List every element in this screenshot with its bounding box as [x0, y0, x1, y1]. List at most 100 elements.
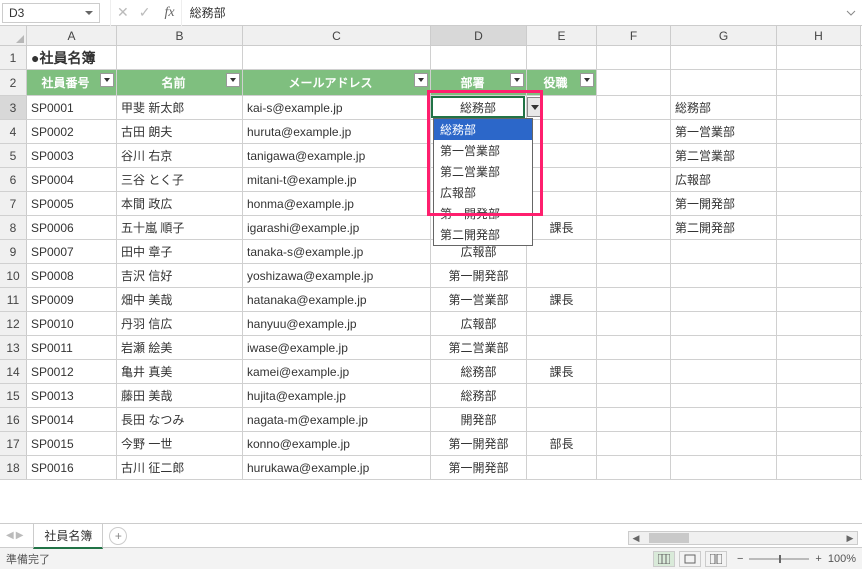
cell-g[interactable]: [671, 288, 777, 311]
cell-role[interactable]: [527, 168, 597, 191]
cell-dept[interactable]: 第二営業部: [431, 336, 527, 359]
cell-id[interactable]: SP0009: [27, 288, 117, 311]
cell-h[interactable]: [777, 144, 861, 167]
filter-icon[interactable]: [226, 73, 240, 87]
cell-name[interactable]: 亀井 真美: [117, 360, 243, 383]
row-header-2[interactable]: 2: [0, 70, 27, 95]
title-cell[interactable]: ●社員名簿: [27, 46, 117, 69]
row-header-14[interactable]: 14: [0, 360, 27, 383]
cell-g[interactable]: 第一開発部: [671, 192, 777, 215]
row-header-16[interactable]: 16: [0, 408, 27, 431]
th-dept[interactable]: 部署: [431, 70, 527, 95]
cell-dept[interactable]: 第一開発部: [431, 264, 527, 287]
cell-email[interactable]: mitani-t@example.jp: [243, 168, 431, 191]
add-sheet-button[interactable]: +: [109, 527, 127, 545]
cell-name[interactable]: 吉沢 信好: [117, 264, 243, 287]
cell-h[interactable]: [777, 360, 861, 383]
dropdown-list[interactable]: 総務部第一営業部第二営業部広報部第一開発部第二開発部: [433, 118, 533, 246]
cell-g[interactable]: [671, 240, 777, 263]
cell-dept[interactable]: 開発部: [431, 408, 527, 431]
cell-f[interactable]: [597, 408, 671, 431]
th-role[interactable]: 役職: [527, 70, 597, 95]
cell-email[interactable]: yoshizawa@example.jp: [243, 264, 431, 287]
col-header-f[interactable]: F: [597, 26, 671, 45]
cell-f[interactable]: [597, 216, 671, 239]
filter-icon[interactable]: [100, 73, 114, 87]
row-header-11[interactable]: 11: [0, 288, 27, 311]
col-header-c[interactable]: C: [243, 26, 431, 45]
cell-id[interactable]: SP0008: [27, 264, 117, 287]
col-header-g[interactable]: G: [671, 26, 777, 45]
cell-dept[interactable]: 広報部: [431, 312, 527, 335]
tab-prev-icon[interactable]: ◀: [6, 530, 14, 541]
row-header-5[interactable]: 5: [0, 144, 27, 167]
scrollbar-thumb[interactable]: [649, 533, 689, 543]
sheet-tab-active[interactable]: 社員名簿: [33, 523, 103, 549]
cell-dept[interactable]: 総務部: [431, 360, 527, 383]
cell-id[interactable]: SP0006: [27, 216, 117, 239]
cell-name[interactable]: 岩瀬 絵美: [117, 336, 243, 359]
row-header-18[interactable]: 18: [0, 456, 27, 479]
scroll-right-icon[interactable]: ▶: [843, 533, 857, 544]
cell-role[interactable]: [527, 120, 597, 143]
cell-name[interactable]: 畑中 美哉: [117, 288, 243, 311]
formula-expand-icon[interactable]: [840, 8, 862, 18]
cell-email[interactable]: hatanaka@example.jp: [243, 288, 431, 311]
row-header-7[interactable]: 7: [0, 192, 27, 215]
col-header-e[interactable]: E: [527, 26, 597, 45]
page-break-icon[interactable]: [705, 551, 727, 567]
cell-email[interactable]: igarashi@example.jp: [243, 216, 431, 239]
cell-email[interactable]: huruta@example.jp: [243, 120, 431, 143]
cell-id[interactable]: SP0007: [27, 240, 117, 263]
tab-next-icon[interactable]: ▶: [16, 530, 24, 541]
row-header-6[interactable]: 6: [0, 168, 27, 191]
cell-g[interactable]: [671, 456, 777, 479]
th-name[interactable]: 名前: [117, 70, 243, 95]
filter-icon[interactable]: [414, 73, 428, 87]
cell-g[interactable]: 第一営業部: [671, 120, 777, 143]
cell-id[interactable]: SP0012: [27, 360, 117, 383]
cell-f[interactable]: [597, 288, 671, 311]
select-all-corner[interactable]: [0, 26, 27, 45]
cell-h[interactable]: [777, 96, 861, 119]
cell-role[interactable]: [527, 192, 597, 215]
cell-g[interactable]: [671, 384, 777, 407]
cell-f[interactable]: [597, 360, 671, 383]
cell-id[interactable]: SP0001: [27, 96, 117, 119]
cell-g[interactable]: [671, 408, 777, 431]
cell-id[interactable]: SP0003: [27, 144, 117, 167]
cell-email[interactable]: tanigawa@example.jp: [243, 144, 431, 167]
cell-dept[interactable]: 総務部: [431, 384, 527, 407]
cell-name[interactable]: 三谷 とく子: [117, 168, 243, 191]
cell-dept[interactable]: 第一開発部: [431, 456, 527, 479]
cell-id[interactable]: SP0004: [27, 168, 117, 191]
cell-f[interactable]: [597, 312, 671, 335]
cell-h[interactable]: [777, 408, 861, 431]
cell-email[interactable]: hujita@example.jp: [243, 384, 431, 407]
formula-input[interactable]: 総務部: [181, 0, 840, 26]
cell-role[interactable]: [527, 144, 597, 167]
cell-id[interactable]: SP0014: [27, 408, 117, 431]
cell-email[interactable]: kamei@example.jp: [243, 360, 431, 383]
cell-g[interactable]: [671, 264, 777, 287]
cell-role[interactable]: 課長: [527, 216, 597, 239]
cell-h[interactable]: [777, 264, 861, 287]
zoom-out-button[interactable]: −: [737, 553, 743, 565]
cell-f[interactable]: [597, 240, 671, 263]
cell-g[interactable]: [671, 432, 777, 455]
data-validation-dropdown-button[interactable]: [527, 97, 543, 117]
row-header-17[interactable]: 17: [0, 432, 27, 455]
cell-name[interactable]: 古田 朗夫: [117, 120, 243, 143]
cell-role[interactable]: 課長: [527, 288, 597, 311]
cell-g[interactable]: 広報部: [671, 168, 777, 191]
cell-email[interactable]: honma@example.jp: [243, 192, 431, 215]
dropdown-option[interactable]: 第二営業部: [434, 161, 532, 182]
cell-h[interactable]: [777, 432, 861, 455]
cell-h[interactable]: [777, 312, 861, 335]
cell-f[interactable]: [597, 192, 671, 215]
horizontal-scrollbar[interactable]: ◀ ▶: [628, 531, 858, 545]
th-email[interactable]: メールアドレス: [243, 70, 431, 95]
cell-g[interactable]: [671, 312, 777, 335]
page-layout-icon[interactable]: [679, 551, 701, 567]
cell-email[interactable]: tanaka-s@example.jp: [243, 240, 431, 263]
